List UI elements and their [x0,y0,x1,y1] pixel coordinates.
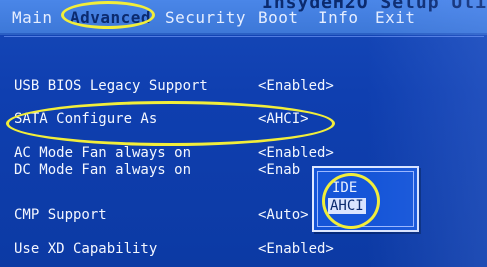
option-ide[interactable]: IDE [332,180,357,196]
option-ahci[interactable]: AHCI [328,198,366,214]
tab-security[interactable]: Security [165,8,246,27]
menu-bar: InsydeH2O Setup Utility Main Advanced Se… [0,0,487,35]
setting-value[interactable]: <AHCI> [258,111,309,127]
tab-advanced[interactable]: Advanced [70,8,151,27]
setting-value[interactable]: <Enabled> [258,241,334,257]
setting-label: Use XD Capability [14,241,158,257]
setting-label: CMP Support [14,207,107,223]
tab-exit[interactable]: Exit [375,8,416,27]
setting-value[interactable]: <Auto> [258,207,309,223]
tab-main[interactable]: Main [12,8,53,27]
panel-divider [4,36,484,37]
setting-label: USB BIOS Legacy Support [14,78,208,94]
tab-boot[interactable]: Boot [258,8,299,27]
setting-value[interactable]: <Enab [258,162,300,178]
setting-value[interactable]: <Enabled> [258,78,334,94]
setting-label: SATA Configure As [14,111,158,127]
bios-screen: InsydeH2O Setup Utility Main Advanced Se… [0,0,487,267]
setting-label: AC Mode Fan always on [14,145,192,161]
setting-value[interactable]: <Enabled> [258,145,334,161]
sata-mode-popup[interactable]: IDE AHCI [312,166,419,232]
tab-info[interactable]: Info [318,8,359,27]
setting-label: DC Mode Fan always on [14,162,192,178]
